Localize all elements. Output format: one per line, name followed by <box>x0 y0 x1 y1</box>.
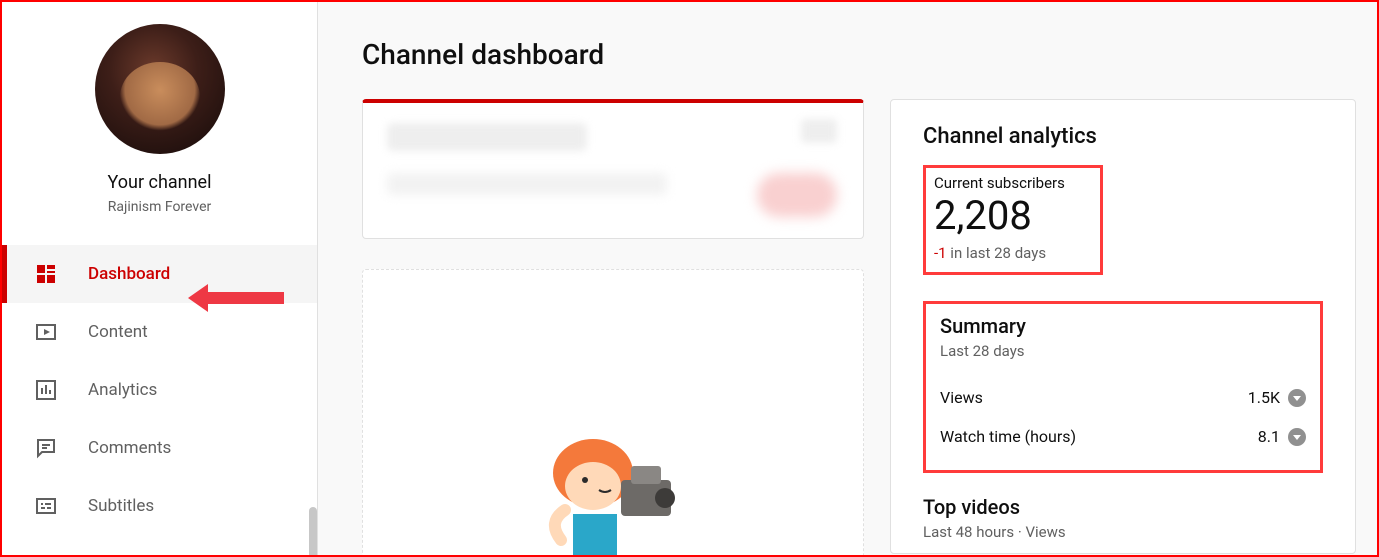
channel-analytics-card: Channel analytics Current subscribers 2,… <box>890 99 1356 554</box>
blurred-content <box>801 119 837 143</box>
sidebar-item-subtitles[interactable]: Subtitles <box>2 477 317 535</box>
summary-row-views[interactable]: Views 1.5K <box>940 378 1306 417</box>
content-icon <box>34 320 58 344</box>
app-frame: Your channel Rajinism Forever Dashboard … <box>0 0 1379 557</box>
dashboard-cards-row: Channel analytics Current subscribers 2,… <box>318 99 1377 555</box>
summary-row-label: Views <box>940 388 983 407</box>
trend-down-icon <box>1288 389 1306 407</box>
summary-row-label: Watch time (hours) <box>940 427 1076 446</box>
upload-prompt-card[interactable] <box>362 269 864 555</box>
sidebar-item-label: Content <box>88 322 148 342</box>
sidebar-item-label: Subtitles <box>88 496 154 516</box>
upload-illustration <box>513 418 713 555</box>
sidebar-item-analytics[interactable]: Analytics <box>2 361 317 419</box>
channel-name-label: Rajinism Forever <box>2 199 317 215</box>
summary-row-value: 8.1 <box>1258 427 1280 446</box>
summary-box: Summary Last 28 days Views 1.5K Watch ti… <box>923 301 1323 473</box>
sidebar-item-label: Comments <box>88 438 171 458</box>
summary-subtitle: Last 28 days <box>940 342 1306 360</box>
top-videos-section: Top videos Last 48 hours · Views <box>923 495 1323 541</box>
promo-card[interactable] <box>362 99 864 239</box>
current-subscribers-box: Current subscribers 2,208 -1 in last 28 … <box>923 165 1103 275</box>
analytics-icon <box>34 378 58 402</box>
blurred-content <box>387 173 667 195</box>
summary-row-value: 1.5K <box>1248 388 1280 407</box>
subscribers-delta-value: -1 <box>934 244 947 262</box>
dashboard-right-column: Channel analytics Current subscribers 2,… <box>890 99 1356 555</box>
page-title: Channel dashboard <box>318 2 1377 99</box>
sidebar-scrollbar[interactable] <box>309 507 317 557</box>
trend-down-icon <box>1288 428 1306 446</box>
blurred-content <box>757 173 837 217</box>
sidebar-item-comments[interactable]: Comments <box>2 419 317 477</box>
subtitles-icon <box>34 494 58 518</box>
sidebar-nav: Dashboard Content Analytics Comments <box>2 245 317 535</box>
subscribers-label: Current subscribers <box>934 174 1092 192</box>
sidebar-item-dashboard[interactable]: Dashboard <box>2 245 317 303</box>
top-videos-title: Top videos <box>923 495 1323 519</box>
dashboard-left-column <box>362 99 864 555</box>
sidebar-item-content[interactable]: Content <box>2 303 317 361</box>
subscribers-delta: -1 in last 28 days <box>934 244 1092 262</box>
blurred-content <box>387 123 587 151</box>
your-channel-label: Your channel <box>2 172 317 193</box>
main-content: Channel dashboard <box>318 2 1377 555</box>
analytics-card-title: Channel analytics <box>923 124 1323 149</box>
sidebar-item-label: Analytics <box>88 380 157 400</box>
sidebar-item-label: Dashboard <box>88 264 170 284</box>
comments-icon <box>34 436 58 460</box>
dashboard-icon <box>34 262 58 286</box>
subscribers-delta-suffix: in last 28 days <box>947 244 1046 262</box>
subscribers-count: 2,208 <box>934 194 1092 238</box>
summary-row-watchtime[interactable]: Watch time (hours) 8.1 <box>940 417 1306 456</box>
top-videos-subtitle: Last 48 hours · Views <box>923 523 1323 541</box>
sidebar: Your channel Rajinism Forever Dashboard … <box>2 2 318 555</box>
channel-header: Your channel Rajinism Forever <box>2 2 317 215</box>
summary-title: Summary <box>940 314 1306 338</box>
channel-avatar[interactable] <box>95 24 225 154</box>
